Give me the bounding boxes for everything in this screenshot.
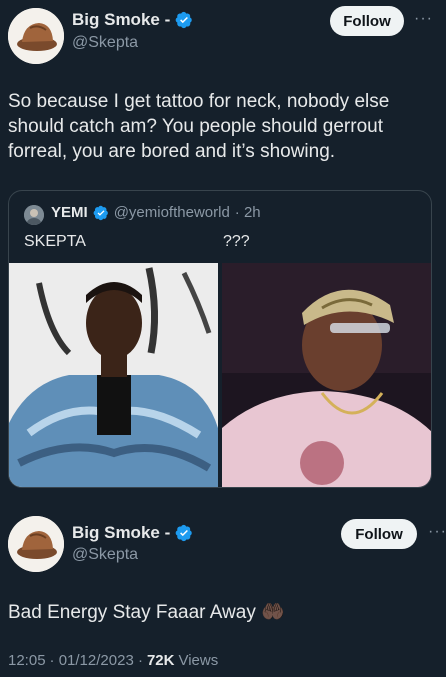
views-count: 72K [146, 652, 175, 669]
quoted-tweet-card[interactable]: YEMI @yemioftheworld · 2h SKEPTA ??? [8, 190, 432, 488]
photo-left[interactable] [9, 263, 218, 487]
verified-badge-icon [93, 205, 108, 220]
handle[interactable]: @Skepta [72, 34, 138, 52]
more-options-icon[interactable]: ··· [428, 523, 446, 541]
avatar[interactable] [8, 516, 64, 572]
follow-button[interactable]: Follow [341, 519, 417, 549]
tweet-text: So because I get tattoo for neck, nobody… [8, 91, 390, 162]
tweet-time[interactable]: 12:05 [8, 652, 46, 669]
display-name[interactable]: Big Smoke - [72, 10, 170, 30]
quoted-caption-left: SKEPTA [24, 233, 86, 250]
handle[interactable]: @Skepta [72, 546, 138, 564]
tweet-text-content: Bad Energy Stay Faaar Away [8, 602, 256, 623]
verified-badge-icon [175, 524, 192, 542]
quoted-time: · 2h [234, 204, 261, 221]
praying-hands-emoji: 🤲🏿 [261, 602, 285, 623]
verified-badge-icon [175, 11, 192, 29]
quoted-display-name[interactable]: YEMI [51, 204, 88, 221]
quote-tweet: Big Smoke - @Skepta Follow ··· So becaus… [0, 0, 446, 490]
tweet-meta: 12:05 · 01/12/2023 · 72K Views [8, 652, 218, 669]
more-options-icon[interactable]: ··· [414, 10, 433, 28]
photo-right[interactable] [222, 263, 431, 487]
tweet-text: Bad Energy Stay Faaar Away 🤲🏿 [8, 600, 438, 625]
tweet-date[interactable]: · 01/12/2023 · [50, 652, 143, 669]
reply-tweet: Big Smoke - @Skepta Follow ··· Bad Energ… [0, 502, 446, 677]
quoted-author-row: YEMI @yemioftheworld · 2h [51, 204, 261, 221]
display-name[interactable]: Big Smoke - [72, 523, 170, 543]
follow-button[interactable]: Follow [330, 6, 404, 36]
views-label: Views [178, 652, 219, 669]
quoted-caption-right: ??? [223, 233, 250, 250]
author-row: Big Smoke - [72, 523, 193, 543]
author-row: Big Smoke - [72, 10, 193, 30]
quoted-avatar [24, 205, 44, 225]
quoted-handle[interactable]: @yemioftheworld [114, 204, 230, 221]
avatar[interactable] [8, 8, 64, 64]
